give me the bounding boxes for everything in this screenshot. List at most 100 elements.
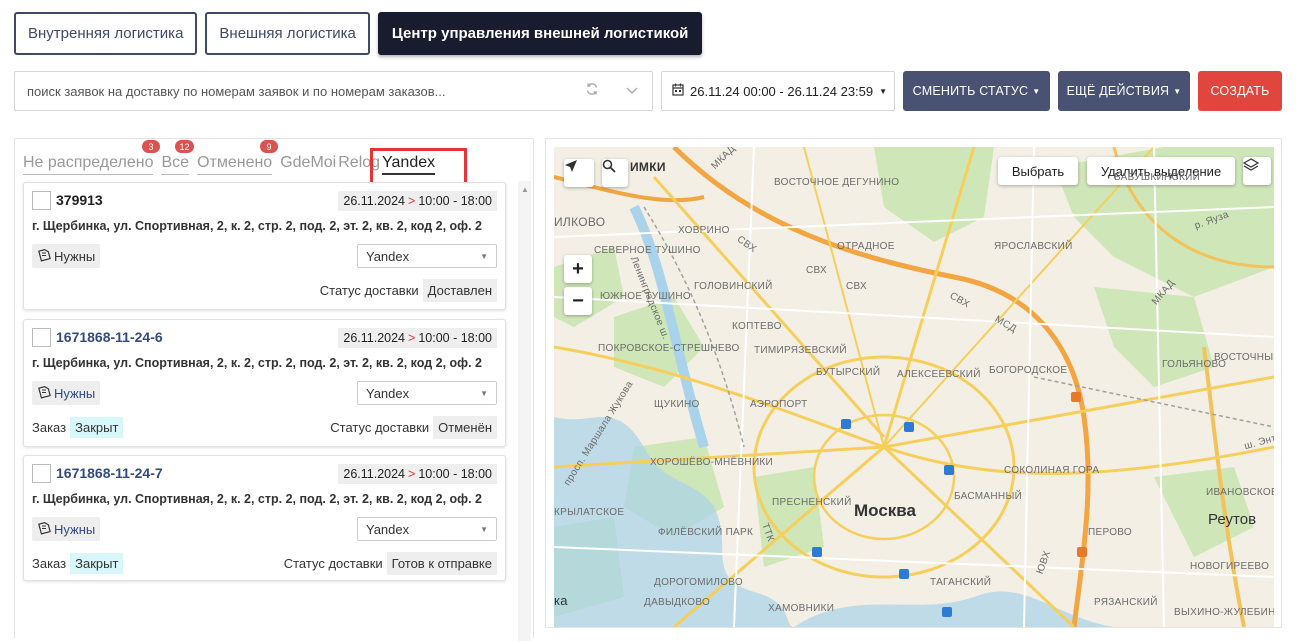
map-panel: + − Выбрать Удалить выделение ИМКИ ИЛКОВ… <box>545 138 1282 628</box>
status-tab-cancelled[interactable]: Отменено 9 <box>197 140 279 175</box>
arrow-separator: > <box>408 331 416 345</box>
select-checkbox[interactable] <box>32 328 51 347</box>
order-label: Заказ <box>32 555 67 571</box>
map-label: БАСМАННЫЙ <box>954 491 1023 502</box>
status-tab-unassigned[interactable]: Не распределено 3 <box>23 140 160 175</box>
status-tab-label: GdeMoi <box>280 154 337 171</box>
caret-down-icon: ▼ <box>879 86 888 96</box>
carrier-value: Yandex <box>366 385 410 401</box>
scrollbar[interactable] <box>518 181 531 641</box>
map-label: ДОРОГОМИЛОВО <box>654 577 743 588</box>
date-range-picker[interactable]: 26.11.24 00:00 - 26.11.24 23:59 ▼ <box>661 71 895 111</box>
zoom-in-button[interactable]: + <box>564 255 592 283</box>
needs-badge[interactable]: Нужны <box>32 381 101 405</box>
arrow-separator: > <box>408 467 416 481</box>
carrier-select[interactable]: Yandex ▼ <box>357 381 497 405</box>
request-number-link[interactable]: 1671868-11-24-6 <box>56 329 163 345</box>
refresh-icon[interactable] <box>572 82 612 100</box>
map-label: ка <box>554 593 568 608</box>
city-label: Москва <box>854 501 916 520</box>
map-label: БОГОРОДСКОЕ <box>989 365 1068 376</box>
carrier-value: Yandex <box>366 248 410 264</box>
status-tabs: Не распределено 3 Все 12 Отменено 9 GdeM… <box>23 140 467 200</box>
map-label: ЩУКИНО <box>654 399 700 410</box>
map-label: КОПТЕВО <box>732 321 782 332</box>
request-number: 379913 <box>56 192 103 208</box>
delivery-status-value: Отменён <box>433 415 497 439</box>
carrier-select[interactable]: Yandex ▼ <box>357 517 497 541</box>
status-tab-label: Отменено <box>197 154 273 171</box>
tab-external-logistics[interactable]: Внешняя логистика <box>205 12 370 55</box>
map-label: АЛЕКСЕЕВСКИЙ <box>897 369 981 380</box>
delivery-date: 26.11.2024 <box>343 194 406 208</box>
tab-external-logistics-control-center[interactable]: Центр управления внешней логистикой <box>377 12 703 55</box>
map-search-button[interactable] <box>602 159 628 187</box>
carrier-select[interactable]: Yandex ▼ <box>357 244 497 268</box>
request-card[interactable]: 379913 26.11.2024 >10:00 - 18:00 г. Щерби… <box>23 182 506 310</box>
delivery-date: 26.11.2024 <box>343 331 406 345</box>
locate-button[interactable] <box>564 159 594 187</box>
change-status-button[interactable]: СМЕНИТЬ СТАТУС ▼ <box>903 71 1050 111</box>
zoom-out-button[interactable]: − <box>564 287 592 315</box>
city-label: Реутов <box>1208 511 1257 528</box>
map-label: ХОРОШЁВО-МНЁВНИКИ <box>650 457 774 468</box>
map-label: ТАГАНСКИЙ <box>930 577 992 588</box>
delivery-window: 26.11.2024 >10:00 - 18:00 <box>338 328 497 348</box>
delivery-time: 10:00 - 18:00 <box>418 331 492 345</box>
tab-internal-logistics[interactable]: Внутренняя логистика <box>14 12 198 55</box>
select-checkbox[interactable] <box>32 191 51 210</box>
select-checkbox[interactable] <box>32 464 51 483</box>
map-roads <box>554 147 1274 627</box>
needs-badge[interactable]: Нужны <box>32 244 101 268</box>
caret-down-icon: ▼ <box>1032 86 1041 96</box>
carrier-value: Yandex <box>366 521 410 537</box>
map-label: ЯРОСЛАВСКИЙ <box>994 241 1073 252</box>
delivery-status-label: Статус доставки <box>283 555 383 571</box>
needs-badge[interactable]: Нужны <box>32 517 101 541</box>
map-label: РЯЗАНСКИЙ <box>1094 597 1158 608</box>
count-badge: 3 <box>142 140 160 153</box>
select-area-button[interactable]: Выбрать <box>998 157 1078 185</box>
status-tab-label: Все <box>161 154 190 171</box>
needs-label: Нужны <box>54 248 96 264</box>
status-tab-gdemoi[interactable]: GdeMoi <box>280 153 336 175</box>
more-actions-button[interactable]: ЕЩЁ ДЕЙСТВИЯ ▼ <box>1058 71 1190 111</box>
count-badge: 12 <box>175 140 194 153</box>
caret-down-icon: ▼ <box>480 524 488 534</box>
request-card[interactable]: 1671868-11-24-6 26.11.2024 >10:00 - 18:00… <box>23 319 506 447</box>
map-label: ПРЕСНЕНСКИЙ <box>772 497 852 508</box>
map-label: ГОЛОВИНСКИЙ <box>694 281 773 292</box>
status-row: Заказ Закрыт Статус доставки Готов к отп… <box>32 551 497 575</box>
map-label: ЮЖНОЕ ТУШИНО <box>600 291 691 302</box>
needs-label: Нужны <box>54 521 96 537</box>
status-tab-label: Не распределено <box>23 154 154 171</box>
create-button[interactable]: СОЗДАТЬ <box>1198 71 1282 111</box>
map-label: ФИЛЁВСКИЙ ПАРК <box>658 527 754 538</box>
delivery-date: 26.11.2024 <box>343 467 406 481</box>
change-status-label: СМЕНИТЬ СТАТУС <box>912 84 1029 98</box>
arrow-separator: > <box>408 194 416 208</box>
map-canvas[interactable]: + − Выбрать Удалить выделение ИМКИ ИЛКОВ… <box>554 147 1274 627</box>
layers-button[interactable] <box>1243 157 1271 185</box>
map-label: ПОКРОВСКОЕ-СТРЕШНЕВО <box>598 343 740 354</box>
request-card[interactable]: 1671868-11-24-7 26.11.2024 >10:00 - 18:00… <box>23 455 506 581</box>
map-label: АЭРОПОРТ <box>750 399 808 410</box>
scroll-up-icon[interactable]: ▲ <box>521 185 529 194</box>
order-status-badge: Закрыт <box>70 416 124 438</box>
caret-down-icon: ▼ <box>480 251 488 261</box>
search-input[interactable]: поиск заявок на доставку по номерам заяв… <box>14 71 653 111</box>
status-row: Статус доставки Доставлен <box>32 278 497 302</box>
map-label: БУТЫРСКИЙ <box>816 367 881 378</box>
request-number-link[interactable]: 1671868-11-24-7 <box>56 465 163 481</box>
map-label: СЕВЕРНОЕ ТУШИНО <box>594 245 701 256</box>
map-label: БАБУШКИНСКИЙ <box>1114 172 1201 183</box>
requests-panel: Не распределено 3 Все 12 Отменено 9 GdeM… <box>14 138 534 641</box>
map-label: ПЕРОВО <box>1088 527 1133 538</box>
chevron-down-icon[interactable] <box>612 83 652 100</box>
map-label: КРЫЛАТСКОЕ <box>554 507 625 518</box>
map-label: ИВАНОВСКОЕ <box>1206 487 1274 498</box>
map-label: ТИМИРЯЗЕВСКИЙ <box>754 345 847 356</box>
delivery-time: 10:00 - 18:00 <box>418 194 492 208</box>
status-tab-all[interactable]: Все 12 <box>161 140 194 175</box>
map-label: ВОСТОЧНОЕ ДЕГУНИНО <box>774 177 900 188</box>
